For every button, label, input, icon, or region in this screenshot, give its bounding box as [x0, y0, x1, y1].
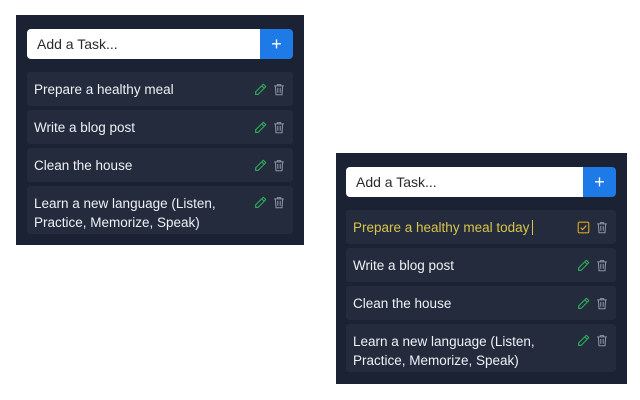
add-task-input[interactable]: [346, 167, 583, 197]
task-item: Write a blog post: [346, 248, 616, 282]
text-cursor: [532, 219, 534, 235]
task-text: Write a blog post: [353, 257, 455, 273]
pencil-icon[interactable]: [254, 159, 267, 172]
task-item: Clean the house: [346, 286, 616, 320]
trash-icon[interactable]: [273, 83, 285, 96]
pencil-icon[interactable]: [254, 196, 267, 209]
pencil-icon[interactable]: [577, 297, 590, 310]
todo-panel-right: + Prepare a healthy meal today Write a b…: [336, 153, 627, 384]
add-task-input[interactable]: [27, 29, 260, 59]
task-item: Clean the house: [27, 148, 293, 182]
check-square-icon[interactable]: [577, 221, 590, 234]
add-task-button[interactable]: +: [260, 29, 293, 59]
add-task-row: +: [346, 167, 616, 197]
add-task-row: +: [27, 29, 293, 59]
pencil-icon[interactable]: [254, 83, 267, 96]
task-edit-field[interactable]: Prepare a healthy meal today: [353, 219, 577, 235]
pencil-icon[interactable]: [577, 334, 590, 347]
task-text: Prepare a healthy meal today: [353, 219, 530, 235]
task-item-editing[interactable]: Prepare a healthy meal today: [346, 210, 616, 244]
task-text: Learn a new language (Listen, Practice, …: [34, 196, 216, 230]
todo-panel-left: + Prepare a healthy meal Write a blog po…: [16, 15, 304, 245]
trash-icon[interactable]: [273, 121, 285, 134]
task-text: Clean the house: [34, 157, 133, 173]
trash-icon[interactable]: [596, 334, 608, 347]
task-item: Write a blog post: [27, 110, 293, 144]
task-text: Clean the house: [353, 295, 452, 311]
trash-icon[interactable]: [596, 259, 608, 272]
trash-icon[interactable]: [273, 196, 285, 209]
task-text: Learn a new language (Listen, Practice, …: [353, 334, 535, 368]
task-item: Learn a new language (Listen, Practice, …: [27, 186, 293, 234]
trash-icon[interactable]: [273, 159, 285, 172]
pencil-icon[interactable]: [577, 259, 590, 272]
task-text: Prepare a healthy meal: [34, 81, 174, 97]
task-text: Write a blog post: [34, 119, 136, 135]
add-task-button[interactable]: +: [583, 167, 616, 197]
task-item: Learn a new language (Listen, Practice, …: [346, 324, 616, 372]
task-item: Prepare a healthy meal: [27, 72, 293, 106]
pencil-icon[interactable]: [254, 121, 267, 134]
trash-icon[interactable]: [596, 221, 608, 234]
trash-icon[interactable]: [596, 297, 608, 310]
